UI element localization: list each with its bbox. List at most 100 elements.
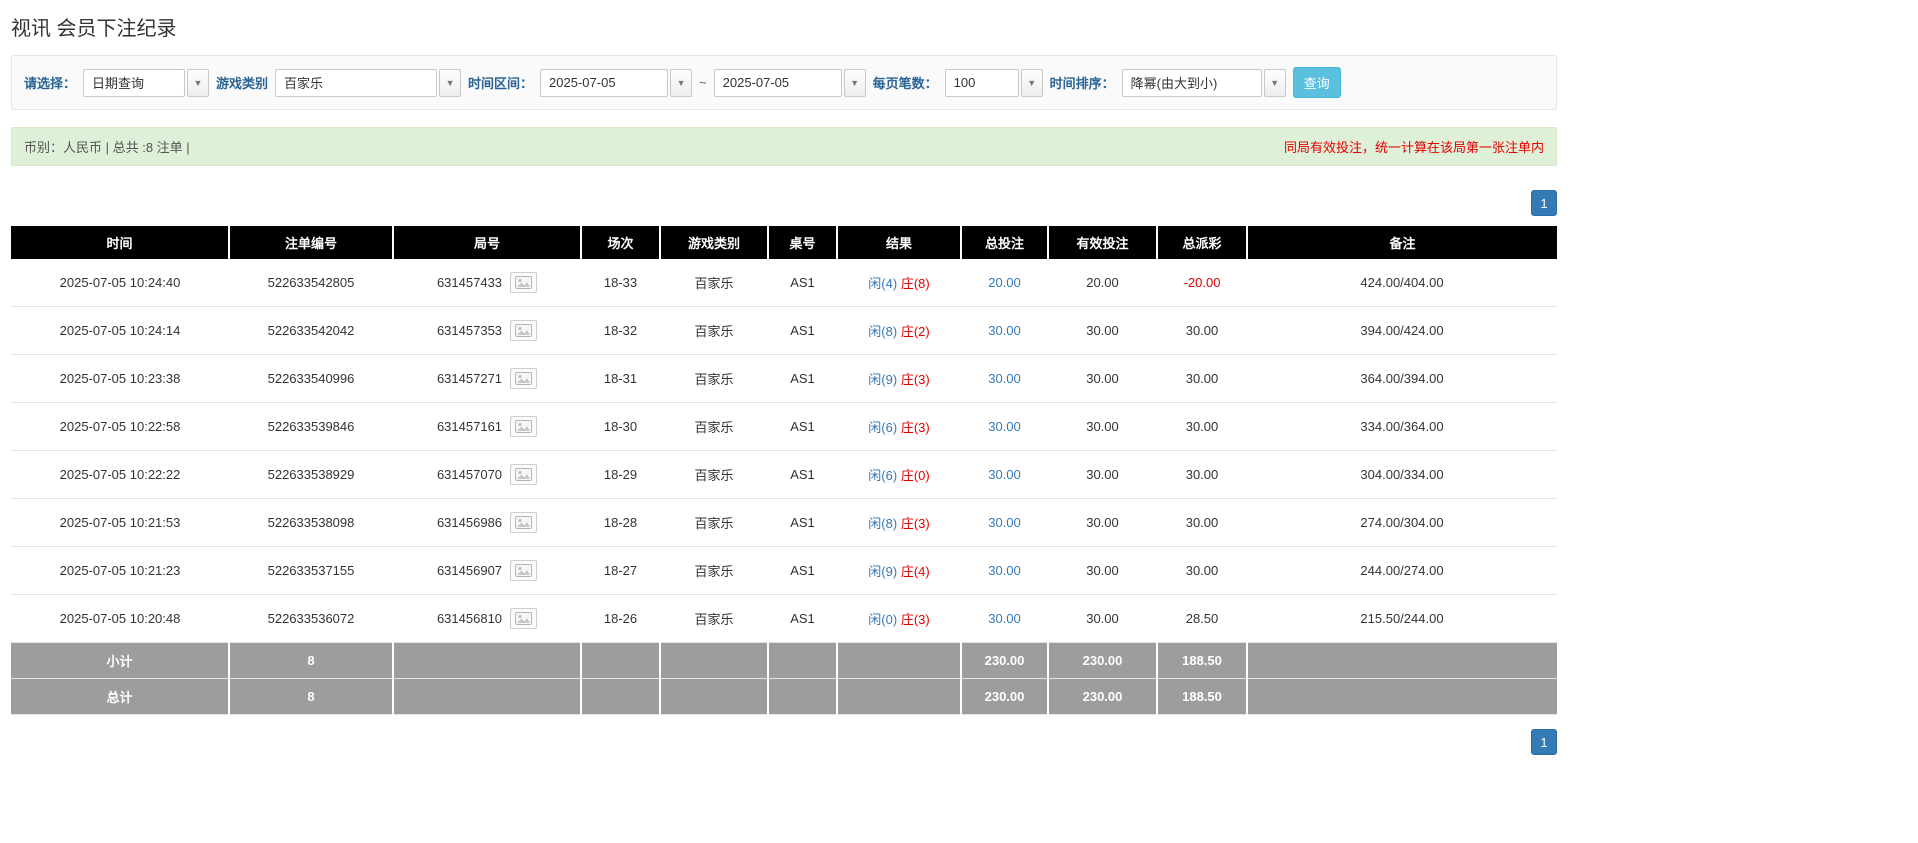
result-cell: 闲(4) 庄(8)	[837, 259, 961, 307]
result-image-icon[interactable]	[510, 416, 538, 437]
date-from-value[interactable]: 2025-07-05	[540, 68, 669, 97]
column-header: 场次	[580, 226, 660, 259]
summary-payout: 188.50	[1156, 642, 1247, 679]
column-header: 总派彩	[1156, 226, 1247, 259]
result-banker: 庄(2)	[900, 324, 930, 339]
result-player: 闲(9)	[868, 372, 898, 387]
time-cell: 2025-07-05 10:22:22	[11, 450, 229, 499]
game-type-select[interactable]: 百家乐 ▼	[275, 68, 462, 97]
session-cell: 18-28	[581, 498, 660, 547]
total-bet-link[interactable]: 30.00	[988, 563, 1021, 578]
sort-order-value[interactable]: 降幂(由大到小)	[1121, 68, 1262, 97]
valid-bet-cell: 30.00	[1048, 594, 1157, 643]
table-row: 2025-07-05 10:20:48 522633536072 631456810…	[11, 594, 1557, 643]
column-header: 总投注	[960, 226, 1048, 259]
session-cell: 18-31	[581, 354, 660, 403]
table-row: 2025-07-05 10:24:14 522633542042 631457353…	[11, 306, 1557, 355]
round-cell: 631456986	[393, 498, 581, 547]
chevron-down-icon[interactable]: ▼	[187, 68, 210, 97]
game-type-cell: 百家乐	[660, 402, 768, 451]
result-image-icon[interactable]	[510, 272, 538, 293]
valid-bet-cell: 30.00	[1048, 354, 1157, 403]
table-row: 2025-07-05 10:21:23 522633537155 631456907…	[11, 546, 1557, 595]
game-type-value[interactable]: 百家乐	[275, 68, 438, 97]
total-bet-cell: 30.00	[961, 450, 1048, 499]
round-cell: 631457353	[393, 306, 581, 355]
round-id: 631457271	[436, 371, 503, 386]
summary-payout: 188.50	[1156, 678, 1247, 715]
picture-icon	[515, 516, 533, 529]
payout-cell: 28.50	[1157, 594, 1247, 643]
result-cell: 闲(9) 庄(4)	[837, 546, 961, 595]
total-bet-link[interactable]: 30.00	[988, 611, 1021, 626]
result-image-icon[interactable]	[510, 368, 538, 389]
total-bet-link[interactable]: 30.00	[988, 419, 1021, 434]
query-type-select[interactable]: 日期查询 ▼	[83, 68, 210, 97]
page-size-label: 每页笔数：	[872, 76, 938, 91]
time-cell: 2025-07-05 10:23:38	[11, 354, 229, 403]
remark-cell: 274.00/304.00	[1247, 498, 1557, 547]
round-cell: 631457433	[393, 259, 581, 307]
sort-order-select[interactable]: 降幂(由大到小) ▼	[1121, 68, 1286, 97]
session-cell: 18-33	[581, 259, 660, 307]
result-banker: 庄(4)	[900, 564, 930, 579]
result-image-icon[interactable]	[510, 608, 538, 629]
table-row: 2025-07-05 10:21:53 522633538098 631456986…	[11, 498, 1557, 547]
total-bet-link[interactable]: 30.00	[988, 371, 1021, 386]
summary-row: 总计 8 230.00 230.00 188.50	[11, 678, 1557, 715]
result-banker: 庄(0)	[900, 468, 930, 483]
query-type-value[interactable]: 日期查询	[83, 68, 186, 97]
valid-bet-cell: 30.00	[1048, 450, 1157, 499]
chevron-down-icon[interactable]: ▼	[670, 68, 693, 97]
search-button[interactable]: 查询	[1292, 67, 1341, 98]
summary-count: 8	[228, 642, 393, 679]
total-bet-link[interactable]: 30.00	[988, 515, 1021, 530]
result-banker: 庄(8)	[900, 276, 930, 291]
column-header: 桌号	[767, 226, 837, 259]
total-bet-link[interactable]: 30.00	[988, 467, 1021, 482]
payout-cell: 30.00	[1157, 402, 1247, 451]
round-cell: 631457161	[393, 402, 581, 451]
total-bet-cell: 30.00	[961, 498, 1048, 547]
filter-bar: 请选择： 日期查询 ▼ 游戏类别 百家乐 ▼ 时间区间： 2025-07-05 …	[11, 55, 1557, 110]
total-bet-cell: 30.00	[961, 594, 1048, 643]
page-size-select[interactable]: 100 ▼	[944, 68, 1043, 97]
remark-cell: 334.00/364.00	[1247, 402, 1557, 451]
date-from-picker[interactable]: 2025-07-05 ▼	[540, 68, 693, 97]
table-number-cell: AS1	[768, 450, 837, 499]
summary-label: 总计	[11, 678, 229, 715]
payout-cell: 30.00	[1157, 306, 1247, 355]
bet-id-cell: 522633542042	[229, 306, 393, 355]
table-number-cell: AS1	[768, 594, 837, 643]
date-to-picker[interactable]: 2025-07-05 ▼	[713, 68, 866, 97]
game-type-cell: 百家乐	[660, 594, 768, 643]
result-image-icon[interactable]	[510, 320, 538, 341]
chevron-down-icon[interactable]: ▼	[439, 68, 462, 97]
session-cell: 18-32	[581, 306, 660, 355]
date-to-value[interactable]: 2025-07-05	[713, 68, 842, 97]
total-bet-link[interactable]: 30.00	[988, 323, 1021, 338]
result-image-icon[interactable]	[510, 464, 538, 485]
result-image-icon[interactable]	[510, 512, 538, 533]
round-id: 631457433	[436, 275, 503, 290]
total-bet-link[interactable]: 20.00	[988, 275, 1021, 290]
page-1-button[interactable]: 1	[1531, 729, 1557, 755]
result-cell: 闲(0) 庄(3)	[837, 594, 961, 643]
bet-id-cell: 522633540996	[229, 354, 393, 403]
table-number-cell: AS1	[768, 259, 837, 307]
payout-cell: 30.00	[1157, 450, 1247, 499]
table-number-cell: AS1	[768, 354, 837, 403]
page-size-value[interactable]: 100	[944, 68, 1019, 97]
chevron-down-icon[interactable]: ▼	[1263, 68, 1286, 97]
result-cell: 闲(9) 庄(3)	[837, 354, 961, 403]
table-number-cell: AS1	[768, 306, 837, 355]
bet-records-table: 时间 注单编号 局号 场次 游戏类别 桌号 结果 总投注 有效投注 总派彩 备注 2025-07-0…	[11, 226, 1557, 715]
chevron-down-icon[interactable]: ▼	[843, 68, 866, 97]
column-header: 局号	[392, 226, 581, 259]
valid-bet-cell: 30.00	[1048, 546, 1157, 595]
time-cell: 2025-07-05 10:22:58	[11, 402, 229, 451]
chevron-down-icon[interactable]: ▼	[1020, 68, 1043, 97]
total-bet-cell: 20.00	[961, 259, 1048, 307]
result-image-icon[interactable]	[510, 560, 538, 581]
page-1-button[interactable]: 1	[1531, 190, 1557, 216]
